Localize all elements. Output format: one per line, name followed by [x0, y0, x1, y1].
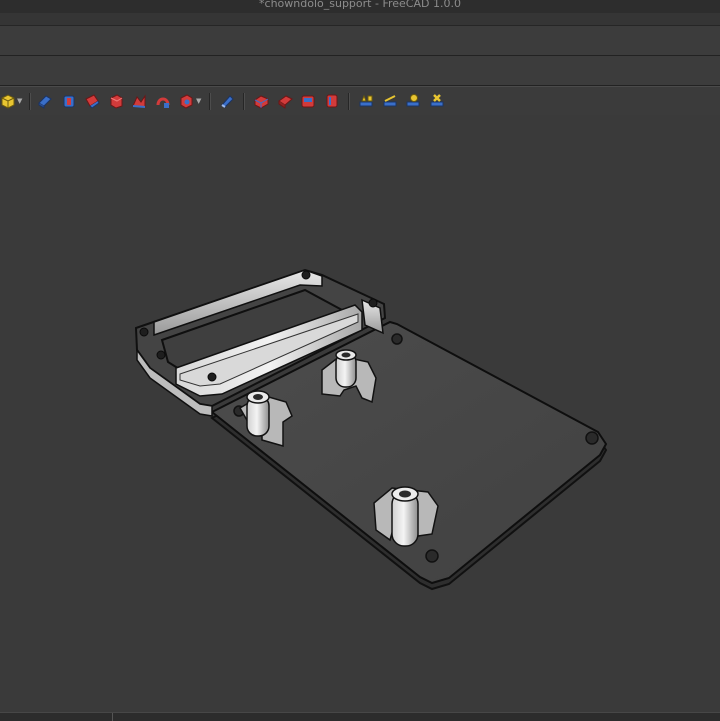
title-bar: *chowndolo_support - FreeCAD 1.0.0	[0, 0, 720, 13]
loft-icon[interactable]	[155, 93, 171, 109]
3d-viewport[interactable]	[0, 115, 720, 712]
fillet-icon[interactable]	[108, 93, 124, 109]
menu-bar	[0, 13, 720, 26]
toolbar-area-middle	[0, 56, 720, 86]
cut-icon[interactable]	[277, 93, 293, 109]
measure-linear-icon[interactable]	[358, 93, 374, 109]
chamfer-icon[interactable]	[131, 93, 147, 109]
fuse-icon[interactable]	[300, 93, 316, 109]
toolbar-separator	[209, 93, 211, 110]
common-icon[interactable]	[324, 93, 340, 109]
part-box-icon[interactable]	[0, 93, 16, 109]
window-title: *chowndolo_support - FreeCAD 1.0.0	[259, 0, 461, 10]
boolean-icon[interactable]	[253, 93, 269, 109]
revolve-icon[interactable]	[61, 93, 77, 109]
part-model[interactable]	[0, 115, 720, 712]
chevron-down-icon[interactable]: ▼	[17, 96, 22, 106]
toolbar-separator	[243, 93, 245, 110]
thickness-icon[interactable]	[219, 93, 235, 109]
extrude-icon[interactable]	[37, 93, 53, 109]
toolbar-area-top	[0, 26, 720, 56]
measure-refresh-icon[interactable]	[405, 93, 421, 109]
toolbar-separator	[348, 93, 350, 110]
mirror-icon[interactable]	[84, 93, 100, 109]
sweep-icon[interactable]	[178, 93, 194, 109]
measure-angular-icon[interactable]	[382, 93, 398, 109]
toolbar-separator	[29, 93, 31, 110]
chevron-down-icon[interactable]: ▼	[196, 96, 201, 106]
part-toolbar: ▼ ▼	[0, 86, 720, 116]
measure-clear-icon[interactable]	[429, 93, 445, 109]
